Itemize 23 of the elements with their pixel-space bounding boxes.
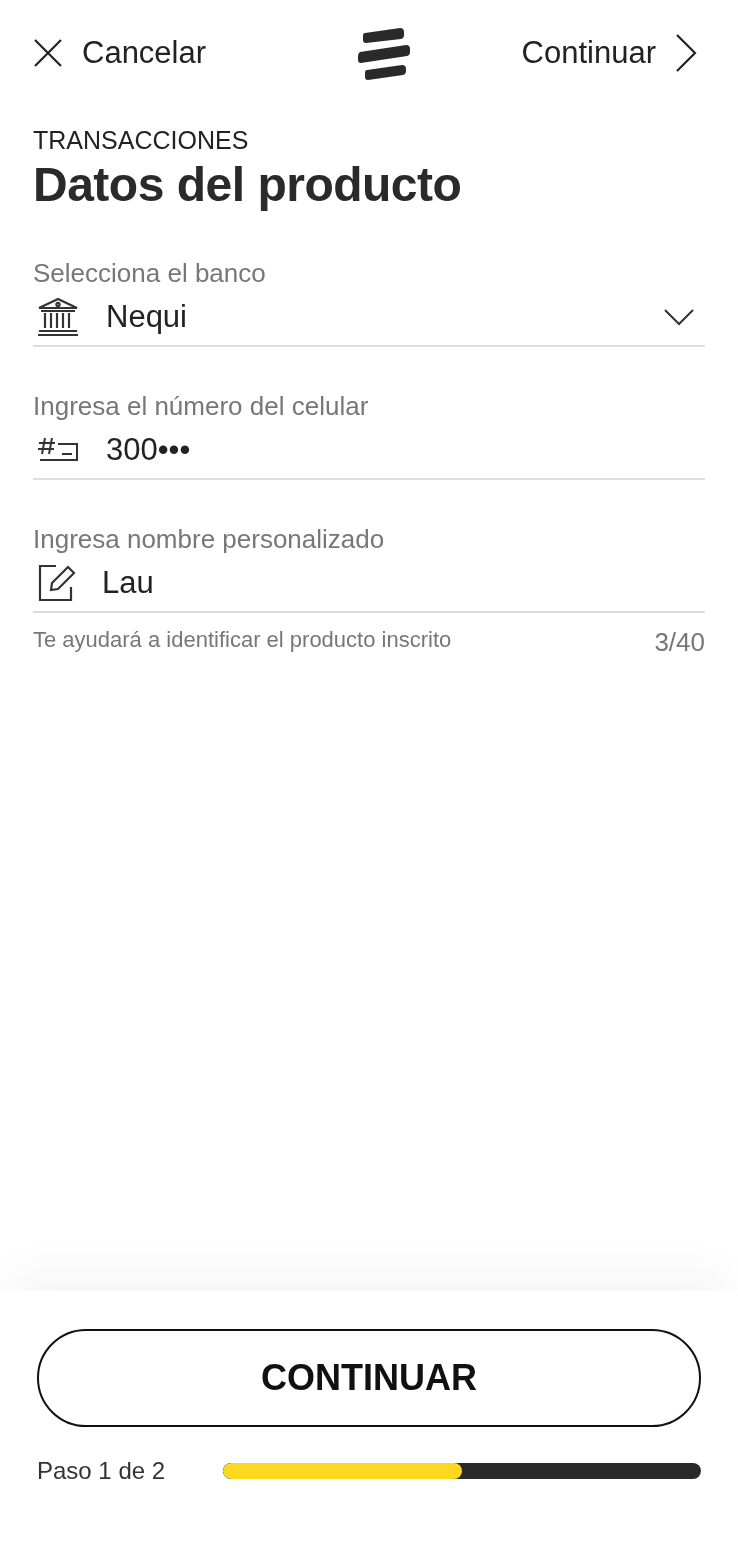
bank-icon: [36, 297, 80, 337]
page-title: Datos del producto: [33, 157, 463, 212]
continue-button[interactable]: CONTINUAR: [37, 1329, 701, 1427]
step-label: Paso 1 de 2: [37, 1457, 167, 1485]
helper-text: Te ayudará a identificar el producto inscrito: [33, 627, 452, 654]
bank-dropdown[interactable]: Nequi: [33, 289, 705, 347]
input-field[interactable]: 300•••: [33, 422, 705, 480]
cancel-button[interactable]: Cancelar: [32, 35, 207, 71]
field-label: Ingresa nombre personalizado: [33, 524, 386, 555]
field-value: Lau: [102, 565, 155, 601]
continue-link[interactable]: Continuar: [521, 33, 698, 73]
chevron-down-icon: [663, 308, 695, 326]
field-label: Selecciona el banco: [33, 258, 267, 289]
input-field[interactable]: Lau: [33, 555, 705, 613]
field-value: Nequi: [106, 299, 188, 335]
character-counter: 3/40: [654, 627, 705, 658]
edit-icon: [36, 563, 76, 603]
section-label: TRANSACCIONES: [33, 126, 250, 155]
logo-icon: [355, 25, 412, 81]
close-icon: [32, 37, 64, 69]
field-value: 300•••: [106, 432, 192, 468]
field-label: Ingresa el número del celular: [33, 391, 370, 422]
chevron-right-icon: [674, 33, 698, 73]
